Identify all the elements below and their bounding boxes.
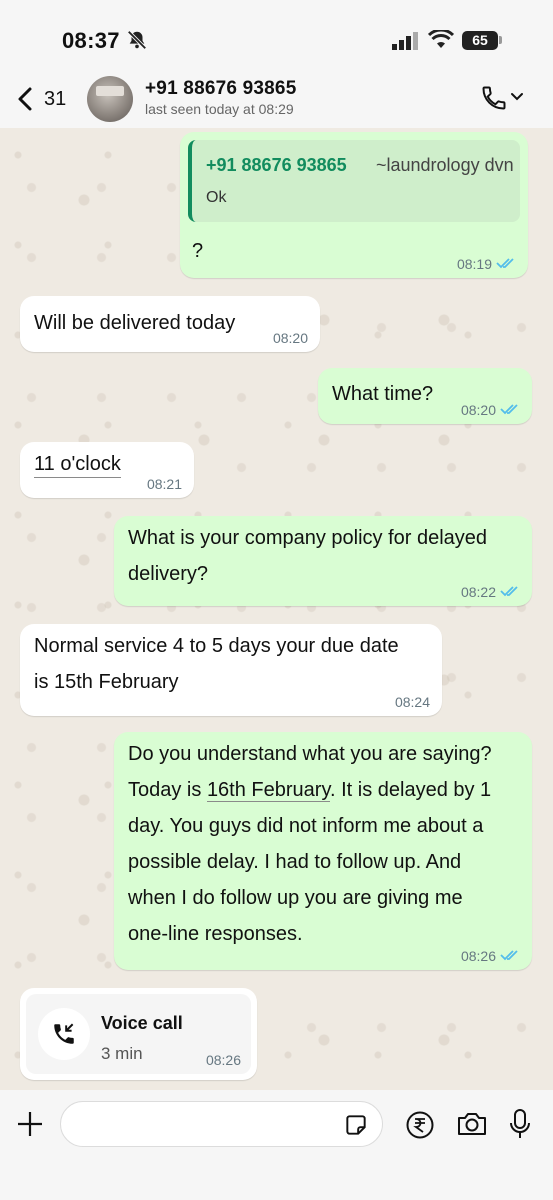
- message-meta: 08:26: [461, 948, 520, 964]
- message-time: 08:26: [460, 948, 496, 964]
- message-input[interactable]: [60, 1101, 383, 1147]
- incoming-call-icon: [38, 1008, 90, 1060]
- camera-icon[interactable]: [456, 1110, 488, 1143]
- message-outgoing[interactable]: +91 88676 93865 ~laundrology dvn Ok ? 08…: [180, 132, 528, 278]
- message-text: Will be delivered today: [34, 312, 236, 334]
- message-time: 08:20: [460, 402, 496, 418]
- message-line: one-line responses.: [128, 923, 303, 945]
- quote-sender: ~laundrology dvn: [376, 155, 514, 175]
- message-outgoing[interactable]: What time? 08:20: [318, 368, 532, 424]
- message-text: ?: [192, 240, 204, 262]
- quote-text: Ok: [206, 189, 227, 206]
- message-meta: 08:24: [395, 694, 430, 710]
- bell-slash-icon: [126, 29, 148, 56]
- message-meta: 08:21: [147, 476, 182, 492]
- status-time: 08:37: [62, 28, 120, 53]
- message-time: 08:19: [456, 256, 492, 272]
- quote-author: +91 88676 93865: [206, 155, 347, 175]
- avatar[interactable]: [87, 76, 133, 122]
- date-link[interactable]: 16th February: [206, 779, 330, 802]
- message-line: What is your company policy for delayed: [128, 527, 488, 549]
- battery-tip: [499, 36, 502, 44]
- message-incoming[interactable]: Normal service 4 to 5 days your due date…: [20, 624, 442, 716]
- mic-icon[interactable]: [507, 1108, 533, 1145]
- message-time: 08:20: [272, 330, 308, 346]
- chat-area[interactable]: +91 88676 93865 ~laundrology dvn Ok ? 08…: [0, 128, 553, 1090]
- chevron-down-icon[interactable]: [510, 90, 524, 108]
- double-check-icon: [500, 402, 520, 418]
- call-duration: 3 min: [101, 1044, 143, 1063]
- message-time: 08:21: [146, 476, 182, 492]
- input-bar: [0, 1090, 553, 1200]
- voice-call-card[interactable]: Voice call 3 min 08:26: [20, 988, 257, 1080]
- double-check-icon: [500, 948, 520, 964]
- call-title: Voice call: [101, 1013, 183, 1033]
- contact-name[interactable]: +91 88676 93865: [145, 78, 296, 100]
- message-text: What time?: [332, 383, 434, 405]
- back-chevron-icon[interactable]: [14, 86, 36, 117]
- message-line-2: Today is 16th February. It is delayed by…: [128, 772, 491, 808]
- double-check-icon: [496, 256, 516, 272]
- message-line: delivery?: [128, 563, 209, 585]
- sticker-icon[interactable]: [343, 1112, 369, 1143]
- message-incoming[interactable]: 11 o'clock 08:21: [20, 442, 194, 498]
- rupee-icon[interactable]: [405, 1110, 435, 1145]
- message-line: day. You guys did not inform me about a: [128, 815, 484, 837]
- last-seen: last seen today at 08:29: [145, 101, 294, 117]
- wifi-icon: [427, 28, 455, 55]
- message-line: when I do follow up you are giving me: [128, 887, 463, 909]
- message-incoming[interactable]: Will be delivered today 08:20: [20, 296, 320, 352]
- plus-icon[interactable]: [16, 1110, 44, 1143]
- message-line: possible delay. I had to follow up. And: [128, 851, 462, 873]
- battery-indicator: 65: [462, 31, 498, 50]
- voice-call-inner[interactable]: Voice call 3 min 08:26: [26, 994, 251, 1074]
- message-meta: 08:20: [461, 402, 520, 418]
- message-meta: 08:19: [457, 256, 516, 272]
- quoted-message[interactable]: +91 88676 93865 ~laundrology dvn Ok: [188, 140, 520, 222]
- chat-header: 31 +91 88676 93865 last seen today at 08…: [0, 72, 553, 128]
- signal-icon: [392, 32, 420, 55]
- message-line: Normal service 4 to 5 days your due date: [34, 635, 399, 657]
- double-check-icon: [500, 584, 520, 600]
- message-line: Do you understand what you are saying?: [128, 743, 492, 765]
- message-line: . It is delayed by 1: [329, 779, 492, 801]
- message-time: 08:22: [460, 584, 496, 600]
- message-time: 08:24: [394, 694, 430, 710]
- status-bar: 08:37 65: [0, 0, 553, 72]
- message-meta: 08:20: [273, 330, 308, 346]
- message-line: is 15th February: [34, 671, 179, 693]
- message-outgoing[interactable]: What is your company policy for delayed …: [114, 516, 532, 606]
- phone-icon[interactable]: [480, 84, 508, 117]
- call-time: 08:26: [205, 1052, 241, 1068]
- message-outgoing[interactable]: Do you understand what you are saying? T…: [114, 732, 532, 970]
- unread-count[interactable]: 31: [44, 88, 66, 111]
- message-meta: 08:22: [461, 584, 520, 600]
- message-text: 11 o'clock: [34, 451, 121, 478]
- message-line: Today is: [128, 779, 207, 801]
